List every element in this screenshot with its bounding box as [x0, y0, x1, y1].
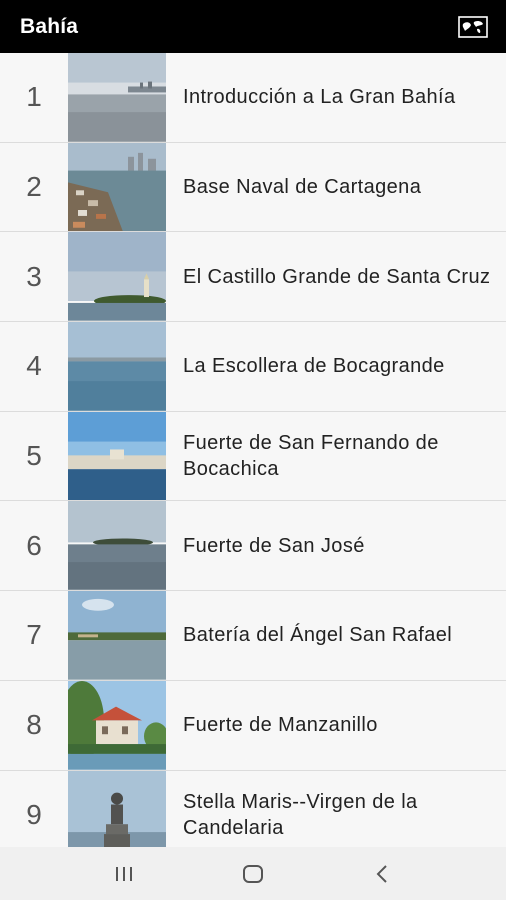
item-thumbnail: [68, 232, 166, 322]
list-item[interactable]: 4 La Escollera de Bocagrande: [0, 322, 506, 412]
system-nav-bar: [0, 847, 506, 900]
item-number: 6: [26, 529, 42, 561]
item-label: La Escollera de Bocagrande: [183, 355, 445, 378]
item-number: 9: [26, 798, 42, 830]
item-number: 8: [26, 709, 42, 741]
item-thumbnail: [68, 680, 166, 770]
list-item[interactable]: 1 Introducción a La Gran Bahía: [0, 53, 506, 143]
list-item[interactable]: 7 Batería del Ángel San Rafael: [0, 591, 506, 681]
list-item[interactable]: 5 Fuerte de San Fernando de Bocachica: [0, 411, 506, 502]
item-label: Fuerte de Manzanillo: [183, 714, 378, 737]
item-label: Introducción a La Gran Bahía: [183, 86, 456, 109]
sites-list: 1 Introducción a La Gran Bahía 2 Base Na…: [0, 53, 506, 847]
item-thumbnail: [68, 501, 166, 591]
item-number: 3: [26, 260, 42, 292]
item-thumbnail: [68, 53, 166, 142]
recents-button[interactable]: [94, 854, 154, 894]
item-thumbnail: [68, 322, 166, 411]
item-number: 7: [26, 619, 42, 651]
item-number: 1: [26, 81, 42, 113]
item-label: Stella Maris--Virgen de la Candelaria: [183, 790, 418, 839]
back-icon: [376, 864, 387, 883]
item-number: 2: [26, 171, 42, 203]
item-label: Batería del Ángel San Rafael: [183, 624, 453, 647]
item-label: Fuerte de San Fernando de Bocachica: [183, 432, 439, 481]
item-thumbnail: [68, 770, 166, 847]
page-title: Bahía: [20, 14, 79, 38]
map-icon: [458, 15, 488, 38]
item-thumbnail: [68, 591, 166, 680]
item-label: Base Naval de Cartagena: [183, 176, 422, 199]
recents-icon: [116, 866, 133, 881]
home-icon: [242, 864, 263, 883]
home-button[interactable]: [223, 854, 283, 894]
back-button[interactable]: [352, 854, 412, 894]
app-bar: Bahía: [0, 0, 506, 53]
list-item[interactable]: 6 Fuerte de San José: [0, 501, 506, 592]
item-thumbnail: [68, 142, 166, 232]
list-item[interactable]: 2 Base Naval de Cartagena: [0, 142, 506, 233]
item-number: 5: [26, 440, 42, 472]
item-number: 4: [26, 350, 42, 382]
map-button[interactable]: [456, 13, 490, 41]
list-item[interactable]: 3 El Castillo Grande de Santa Cruz: [0, 232, 506, 323]
list-item[interactable]: 8 Fuerte de Manzanillo: [0, 680, 506, 771]
list-item[interactable]: 9 Stella Maris--Virgen de la Candelaria: [0, 770, 506, 847]
item-thumbnail: [68, 411, 166, 501]
item-label: El Castillo Grande de Santa Cruz: [183, 265, 491, 288]
item-label: Fuerte de San José: [183, 534, 365, 557]
